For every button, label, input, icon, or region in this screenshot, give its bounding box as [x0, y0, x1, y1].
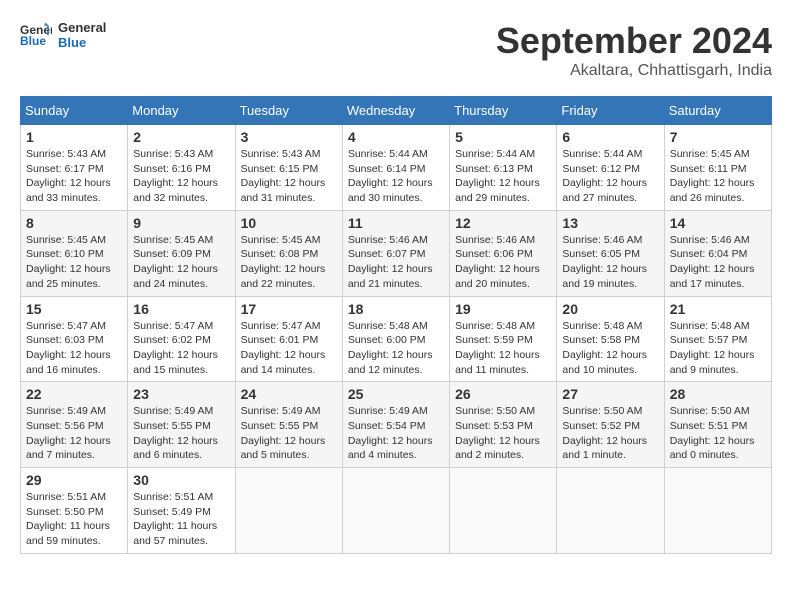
cell-sep26: 26 Sunrise: 5:50 AMSunset: 5:53 PMDaylig… [450, 382, 557, 468]
cell-sep27: 27 Sunrise: 5:50 AMSunset: 5:52 PMDaylig… [557, 382, 664, 468]
col-sunday: Sunday [21, 97, 128, 125]
cell-sep21: 21 Sunrise: 5:48 AMSunset: 5:57 PMDaylig… [664, 296, 771, 382]
col-monday: Monday [128, 97, 235, 125]
month-title: September 2024 [496, 20, 772, 62]
cell-sep6: 6 Sunrise: 5:44 AMSunset: 6:12 PMDayligh… [557, 125, 664, 211]
cell-sep13: 13 Sunrise: 5:46 AMSunset: 6:05 PMDaylig… [557, 210, 664, 296]
cell-sep12: 12 Sunrise: 5:46 AMSunset: 6:06 PMDaylig… [450, 210, 557, 296]
col-wednesday: Wednesday [342, 97, 449, 125]
title-block: September 2024 Akaltara, Chhattisgarh, I… [496, 20, 772, 80]
cell-sep22: 22 Sunrise: 5:49 AMSunset: 5:56 PMDaylig… [21, 382, 128, 468]
col-tuesday: Tuesday [235, 97, 342, 125]
logo-general: General [58, 20, 106, 35]
cell-sep10: 10 Sunrise: 5:45 AMSunset: 6:08 PMDaylig… [235, 210, 342, 296]
logo: General Blue General Blue [20, 20, 106, 50]
cell-sep29: 29 Sunrise: 5:51 AMSunset: 5:50 PMDaylig… [21, 468, 128, 554]
cell-sep7: 7 Sunrise: 5:45 AMSunset: 6:11 PMDayligh… [664, 125, 771, 211]
col-saturday: Saturday [664, 97, 771, 125]
cell-sep16: 16 Sunrise: 5:47 AMSunset: 6:02 PMDaylig… [128, 296, 235, 382]
cell-empty-3 [450, 468, 557, 554]
cell-sep18: 18 Sunrise: 5:48 AMSunset: 6:00 PMDaylig… [342, 296, 449, 382]
cell-empty-2 [342, 468, 449, 554]
cell-sep4: 4 Sunrise: 5:44 AMSunset: 6:14 PMDayligh… [342, 125, 449, 211]
cell-sep28: 28 Sunrise: 5:50 AMSunset: 5:51 PMDaylig… [664, 382, 771, 468]
calendar-table: Sunday Monday Tuesday Wednesday Thursday… [20, 96, 772, 554]
svg-text:Blue: Blue [20, 34, 46, 48]
col-friday: Friday [557, 97, 664, 125]
cell-empty-1 [235, 468, 342, 554]
table-row: 1 Sunrise: 5:43 AMSunset: 6:17 PMDayligh… [21, 125, 772, 211]
cell-sep15: 15 Sunrise: 5:47 AMSunset: 6:03 PMDaylig… [21, 296, 128, 382]
cell-empty-4 [557, 468, 664, 554]
cell-sep20: 20 Sunrise: 5:48 AMSunset: 5:58 PMDaylig… [557, 296, 664, 382]
table-row: 8 Sunrise: 5:45 AMSunset: 6:10 PMDayligh… [21, 210, 772, 296]
cell-sep11: 11 Sunrise: 5:46 AMSunset: 6:07 PMDaylig… [342, 210, 449, 296]
cell-sep5: 5 Sunrise: 5:44 AMSunset: 6:13 PMDayligh… [450, 125, 557, 211]
cell-sep1: 1 Sunrise: 5:43 AMSunset: 6:17 PMDayligh… [21, 125, 128, 211]
cell-sep8: 8 Sunrise: 5:45 AMSunset: 6:10 PMDayligh… [21, 210, 128, 296]
cell-sep17: 17 Sunrise: 5:47 AMSunset: 6:01 PMDaylig… [235, 296, 342, 382]
table-row: 22 Sunrise: 5:49 AMSunset: 5:56 PMDaylig… [21, 382, 772, 468]
cell-sep14: 14 Sunrise: 5:46 AMSunset: 6:04 PMDaylig… [664, 210, 771, 296]
cell-sep19: 19 Sunrise: 5:48 AMSunset: 5:59 PMDaylig… [450, 296, 557, 382]
cell-sep23: 23 Sunrise: 5:49 AMSunset: 5:55 PMDaylig… [128, 382, 235, 468]
location-title: Akaltara, Chhattisgarh, India [496, 62, 772, 80]
cell-sep2: 2 Sunrise: 5:43 AMSunset: 6:16 PMDayligh… [128, 125, 235, 211]
cell-sep30: 30 Sunrise: 5:51 AMSunset: 5:49 PMDaylig… [128, 468, 235, 554]
cell-empty-5 [664, 468, 771, 554]
cell-sep24: 24 Sunrise: 5:49 AMSunset: 5:55 PMDaylig… [235, 382, 342, 468]
cell-sep3: 3 Sunrise: 5:43 AMSunset: 6:15 PMDayligh… [235, 125, 342, 211]
table-row: 29 Sunrise: 5:51 AMSunset: 5:50 PMDaylig… [21, 468, 772, 554]
logo-icon: General Blue [20, 21, 52, 49]
logo-blue: Blue [58, 35, 106, 50]
cell-sep9: 9 Sunrise: 5:45 AMSunset: 6:09 PMDayligh… [128, 210, 235, 296]
cell-sep25: 25 Sunrise: 5:49 AMSunset: 5:54 PMDaylig… [342, 382, 449, 468]
table-row: 15 Sunrise: 5:47 AMSunset: 6:03 PMDaylig… [21, 296, 772, 382]
col-thursday: Thursday [450, 97, 557, 125]
page-header: General Blue General Blue September 2024… [20, 20, 772, 80]
